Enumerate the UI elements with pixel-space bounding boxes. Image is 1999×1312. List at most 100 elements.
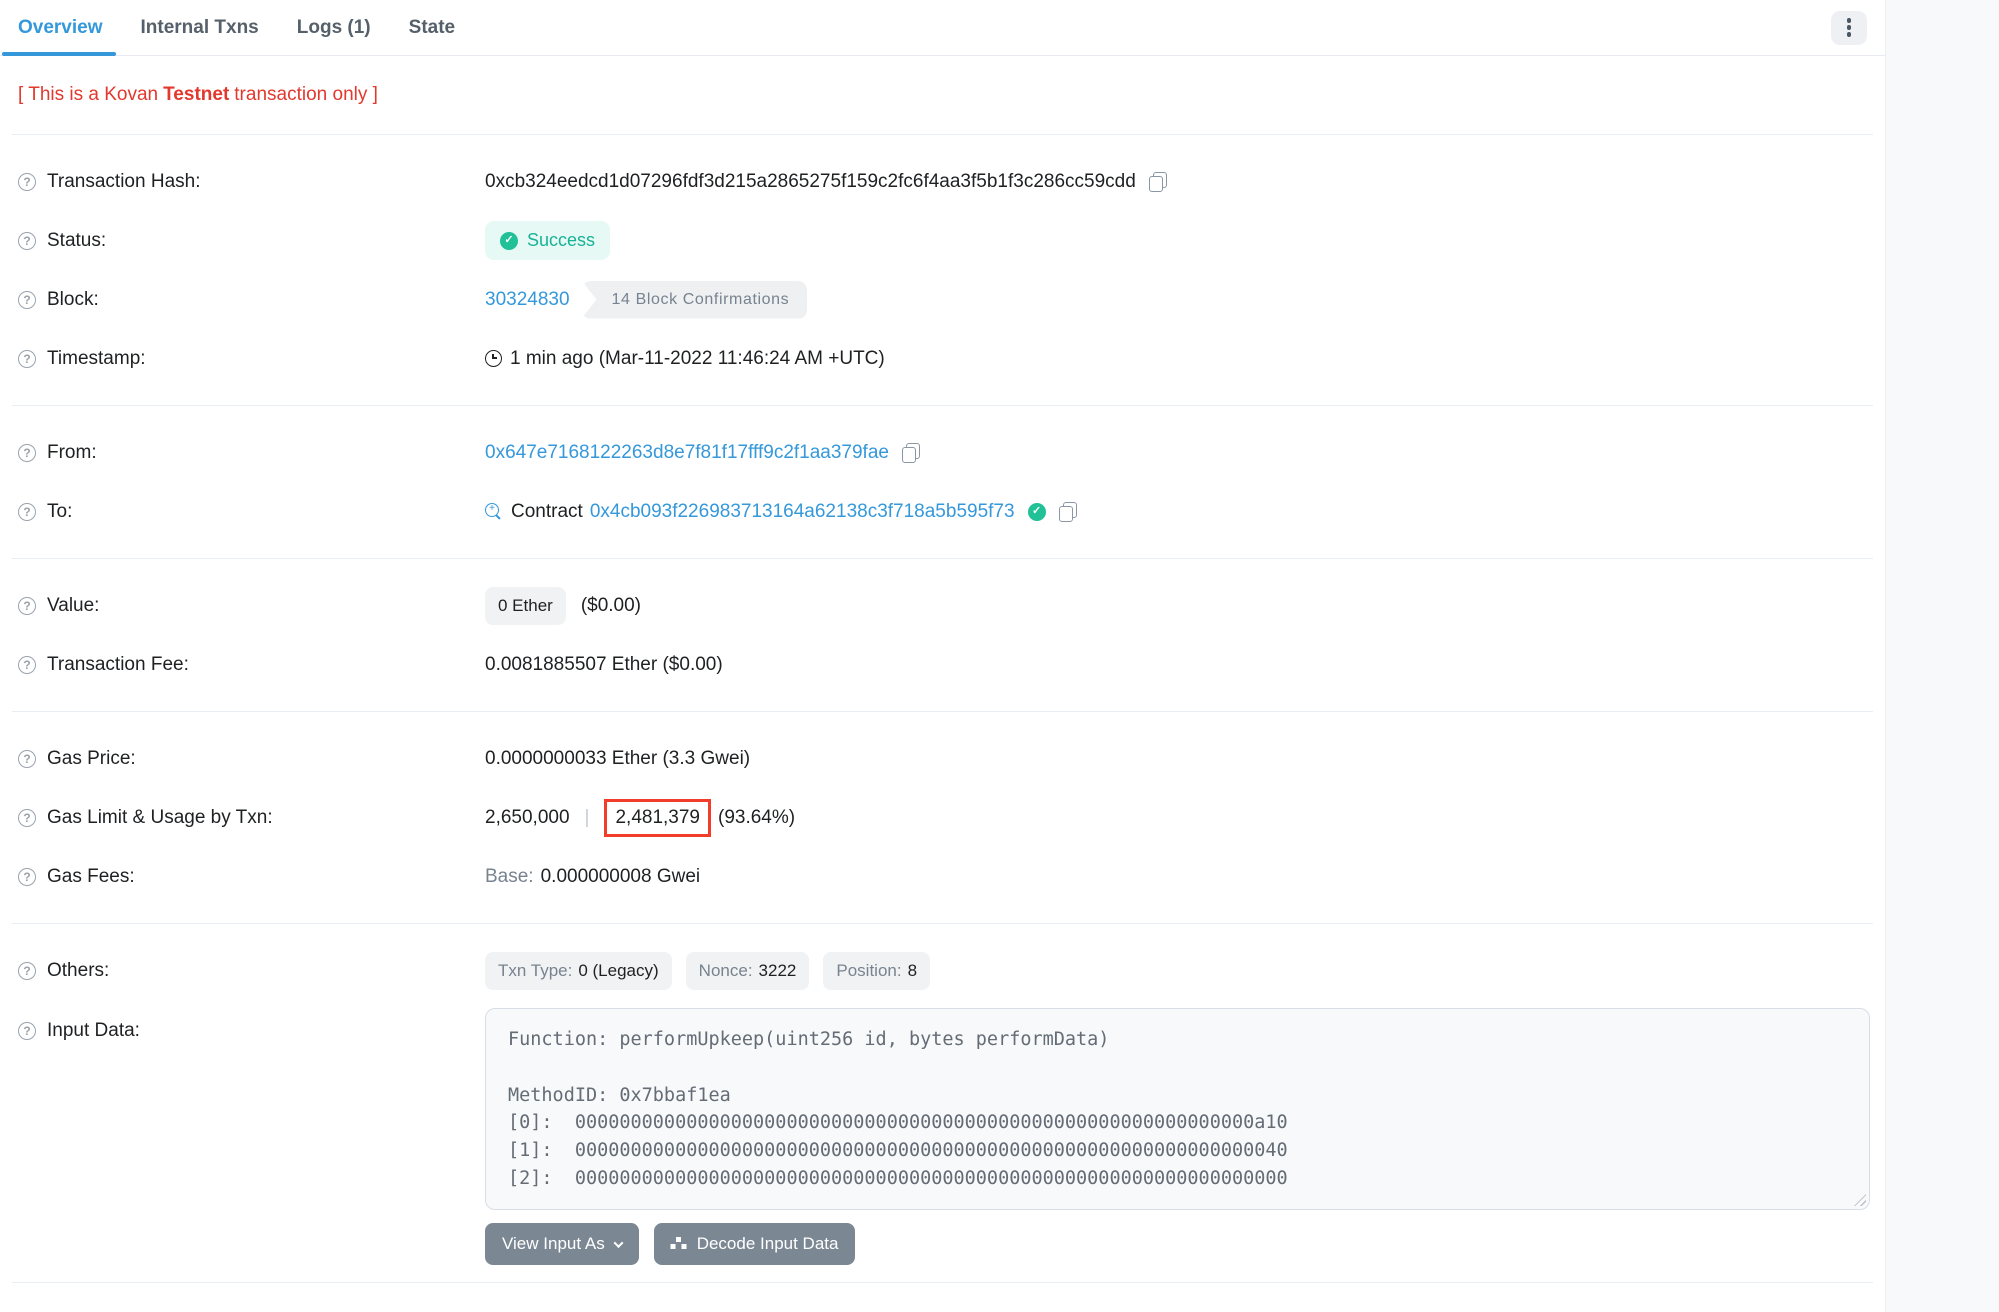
position-label: Position:	[836, 961, 901, 981]
tab-bar: Overview Internal Txns Logs (1) State	[0, 0, 1885, 56]
copy-icon[interactable]	[1149, 172, 1167, 192]
gas-limit-label: Gas Limit & Usage by Txn:	[47, 807, 273, 829]
chevron-down-icon	[613, 1238, 623, 1248]
help-icon[interactable]	[18, 291, 36, 309]
nonce-value: 3222	[759, 961, 797, 981]
row-gas-limit-usage: Gas Limit & Usage by Txn: 2,650,000 | 2,…	[12, 788, 1873, 847]
tab-overview[interactable]: Overview	[18, 0, 122, 55]
gas-used-value: 2,481,379	[615, 807, 700, 828]
from-label: From:	[47, 442, 97, 464]
value-usd: ($0.00)	[581, 595, 641, 617]
gas-used-highlight-box: 2,481,379	[604, 799, 711, 837]
timestamp-label: Timestamp:	[47, 348, 146, 370]
gas-price-label: Gas Price:	[47, 748, 136, 770]
tab-logs[interactable]: Logs (1)	[278, 0, 390, 55]
block-number-link[interactable]: 30324830	[485, 289, 570, 311]
txn-type-label: Txn Type:	[498, 961, 572, 981]
section-addresses: From: 0x647e7168122263d8e7f81f17fff9c2f1…	[12, 406, 1873, 559]
check-circle-icon	[500, 232, 518, 250]
help-icon[interactable]	[18, 232, 36, 250]
gas-fees-label: Gas Fees:	[47, 866, 135, 888]
help-icon[interactable]	[18, 1022, 36, 1040]
copy-icon[interactable]	[1059, 502, 1077, 522]
help-icon[interactable]	[18, 656, 36, 674]
block-confirmations-badge: 14 Block Confirmations	[582, 281, 808, 319]
verified-check-icon	[1028, 503, 1046, 521]
row-from: From: 0x647e7168122263d8e7f81f17fff9c2f1…	[12, 423, 1873, 482]
help-icon[interactable]	[18, 444, 36, 462]
decode-input-data-button[interactable]: Decode Input Data	[654, 1223, 856, 1265]
help-icon[interactable]	[18, 503, 36, 521]
help-icon[interactable]	[18, 868, 36, 886]
transaction-fee-label: Transaction Fee:	[47, 654, 189, 676]
testnet-warning: [ This is a Kovan Testnet transaction on…	[12, 56, 1873, 135]
testnet-warning-suffix: transaction only ]	[234, 84, 378, 106]
to-label: To:	[47, 501, 72, 523]
testnet-warning-prefix: [ This is a Kovan	[18, 84, 158, 106]
help-icon[interactable]	[18, 597, 36, 615]
resize-handle[interactable]	[1854, 1194, 1866, 1206]
to-address-link[interactable]: 0x4cb093f226983713164a62138c3f718a5b595f…	[590, 501, 1015, 523]
gas-price-value: 0.0000000033 Ether (3.3 Gwei)	[485, 748, 750, 770]
help-icon[interactable]	[18, 350, 36, 368]
input-data-content: Function: performUpkeep(uint256 id, byte…	[508, 1029, 1288, 1189]
zoom-in-icon[interactable]	[485, 503, 502, 520]
help-icon[interactable]	[18, 750, 36, 768]
section-gas: Gas Price: 0.0000000033 Ether (3.3 Gwei)…	[12, 712, 1873, 924]
more-options-button[interactable]	[1831, 11, 1867, 45]
row-others: Others: Txn Type: 0 (Legacy) Nonce: 3222…	[12, 941, 1873, 1000]
help-icon[interactable]	[18, 962, 36, 980]
row-transaction-fee: Transaction Fee: 0.0081885507 Ether ($0.…	[12, 635, 1873, 694]
clock-icon	[485, 350, 502, 367]
row-block: Block: 30324830 14 Block Confirmations	[12, 270, 1873, 329]
transaction-fee-value: 0.0081885507 Ether ($0.00)	[485, 654, 723, 676]
gas-limit-value: 2,650,000	[485, 807, 570, 829]
row-to: To: Contract 0x4cb093f226983713164a62138…	[12, 482, 1873, 541]
input-data-textarea[interactable]: Function: performUpkeep(uint256 id, byte…	[485, 1008, 1870, 1210]
transaction-hash-label: Transaction Hash:	[47, 171, 200, 193]
txn-type-value: 0 (Legacy)	[578, 961, 658, 981]
kebab-icon	[1847, 25, 1852, 30]
value-label: Value:	[47, 595, 99, 617]
card-bottom-padding	[0, 1283, 1885, 1312]
cubes-icon	[671, 1237, 687, 1251]
transaction-details-card: Overview Internal Txns Logs (1) State [ …	[0, 0, 1886, 1312]
row-status: Status: Success	[12, 211, 1873, 270]
gas-separator: |	[585, 807, 590, 829]
nonce-chip: Nonce: 3222	[686, 952, 810, 990]
status-label: Status:	[47, 230, 106, 252]
row-input-data: Input Data: Function: performUpkeep(uint…	[12, 1008, 1873, 1265]
value-amount-chip: 0 Ether	[485, 587, 566, 625]
nonce-label: Nonce:	[699, 961, 753, 981]
input-data-actions: View Input As Decode Input Data	[485, 1223, 1870, 1265]
txn-type-chip: Txn Type: 0 (Legacy)	[485, 952, 672, 990]
input-data-label: Input Data:	[47, 1020, 140, 1042]
view-input-as-label: View Input As	[502, 1234, 605, 1254]
position-value: 8	[908, 961, 917, 981]
timestamp-value: 1 min ago (Mar-11-2022 11:46:24 AM +UTC)	[510, 348, 885, 370]
row-gas-fees: Gas Fees: Base: 0.000000008 Gwei	[12, 847, 1873, 906]
others-label: Others:	[47, 960, 109, 982]
testnet-warning-bold: Testnet	[163, 84, 229, 106]
section-others-input: Others: Txn Type: 0 (Legacy) Nonce: 3222…	[12, 924, 1873, 1283]
position-chip: Position: 8	[823, 952, 930, 990]
view-input-as-button[interactable]: View Input As	[485, 1223, 639, 1265]
row-timestamp: Timestamp: 1 min ago (Mar-11-2022 11:46:…	[12, 329, 1873, 388]
gas-base-value: 0.000000008 Gwei	[541, 866, 701, 888]
gas-used-percent: (93.64%)	[718, 807, 795, 829]
status-value: Success	[527, 230, 595, 251]
decode-input-data-label: Decode Input Data	[697, 1234, 839, 1254]
from-address-link[interactable]: 0x647e7168122263d8e7f81f17fff9c2f1aa379f…	[485, 442, 889, 464]
gas-base-label: Base:	[485, 866, 534, 888]
to-type: Contract	[511, 501, 583, 523]
help-icon[interactable]	[18, 173, 36, 191]
tab-state[interactable]: State	[390, 0, 474, 55]
section-value-fee: Value: 0 Ether ($0.00) Transaction Fee: …	[12, 559, 1873, 712]
tab-internal-txns[interactable]: Internal Txns	[122, 0, 278, 55]
copy-icon[interactable]	[902, 443, 920, 463]
row-value: Value: 0 Ether ($0.00)	[12, 576, 1873, 635]
row-gas-price: Gas Price: 0.0000000033 Ether (3.3 Gwei)	[12, 729, 1873, 788]
block-label: Block:	[47, 289, 99, 311]
status-badge: Success	[485, 221, 610, 260]
help-icon[interactable]	[18, 809, 36, 827]
